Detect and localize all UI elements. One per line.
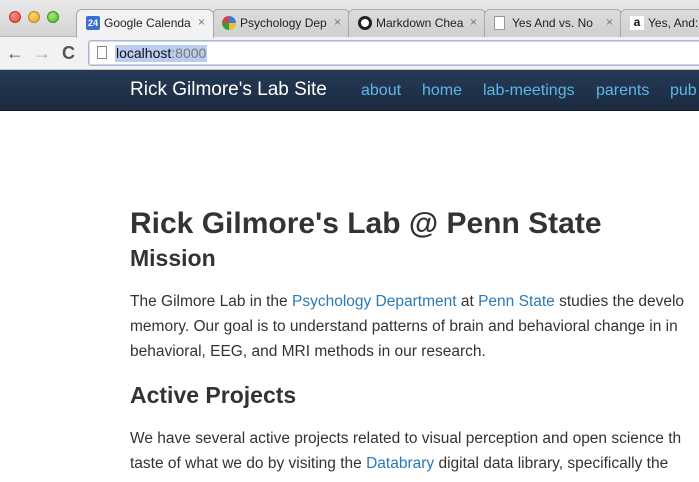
amazon-icon: a [630, 16, 644, 30]
window-minimize-button[interactable] [28, 11, 40, 23]
tab-close-icon[interactable]: × [198, 15, 205, 29]
text: digital data library, specifically the [434, 455, 669, 472]
browser-tab-google-calendar[interactable]: 24 Google Calenda × [76, 9, 214, 38]
tab-title: Markdown Chea [376, 16, 464, 30]
document-icon [494, 16, 505, 30]
active-projects-heading: Active Projects [130, 382, 297, 408]
nav-link-lab-meetings[interactable]: lab-meetings [483, 82, 575, 100]
text: studies the develo [554, 293, 685, 310]
tab-title: Yes And vs. No [512, 16, 593, 30]
tab-close-icon[interactable]: × [606, 15, 613, 29]
address-bar[interactable]: localhost:8000 [88, 40, 699, 66]
url-host: localhost [116, 45, 172, 61]
text: taste of what we do by visiting the [130, 455, 367, 472]
text: at [456, 293, 479, 310]
text: The Gilmore Lab in the [130, 293, 292, 310]
page-icon [97, 46, 107, 59]
calendar-icon: 24 [86, 16, 100, 30]
nav-link-about[interactable]: about [361, 82, 401, 100]
tab-close-icon[interactable]: × [470, 15, 477, 29]
mission-paragraph-line-2: memory. Our goal is to understand patter… [130, 318, 678, 335]
tab-title: Google Calenda [104, 16, 191, 30]
browser-toolbar: ← → C localhost:8000 [0, 37, 699, 70]
mission-paragraph-line-1: The Gilmore Lab in the Psychology Depart… [130, 289, 684, 314]
nav-link-publications[interactable]: pub [670, 82, 697, 100]
mission-paragraph-line-3: behavioral, EEG, and MRI methods in our … [130, 343, 486, 360]
projects-paragraph-line-1: We have several active projects related … [130, 430, 682, 447]
browser-tab-yes-and-vs-no[interactable]: Yes And vs. No × [484, 9, 622, 38]
databrary-link[interactable]: Databrary [366, 455, 434, 472]
url-port: :8000 [171, 45, 207, 61]
tab-title: Psychology Dep [240, 16, 327, 30]
browser-tab-markdown-cheatsheet[interactable]: Markdown Chea × [348, 9, 486, 38]
main-content: Rick Gilmore's Lab @ Penn State Mission … [130, 111, 699, 482]
forward-arrow-icon[interactable]: → [33, 42, 51, 64]
page-title: Rick Gilmore's Lab @ Penn State [130, 207, 602, 240]
reload-icon[interactable]: C [62, 42, 75, 64]
psychology-department-link[interactable]: Psychology Department [292, 293, 457, 310]
tab-close-icon[interactable]: × [334, 15, 341, 29]
github-icon [358, 16, 372, 30]
back-arrow-icon[interactable]: ← [6, 42, 24, 64]
browser-tab-yes-and-amazon[interactable]: a Yes, And: [620, 9, 699, 38]
window-maximize-button[interactable] [47, 11, 59, 23]
psu-icon [222, 16, 236, 30]
mission-heading: Mission [130, 245, 216, 271]
nav-link-home[interactable]: home [422, 82, 462, 100]
browser-tabstrip: 24 Google Calenda × Psychology Dep × Mar… [0, 0, 699, 38]
window-close-button[interactable] [9, 11, 21, 23]
address-url[interactable]: localhost:8000 [115, 45, 208, 62]
projects-paragraph-line-2: taste of what we do by visiting the Data… [130, 451, 668, 476]
nav-link-parents[interactable]: parents [596, 82, 649, 100]
browser-tab-psychology-dept[interactable]: Psychology Dep × [212, 9, 350, 38]
tab-title: Yes, And: [648, 16, 699, 30]
site-brand[interactable]: Rick Gilmore's Lab Site [130, 79, 327, 101]
site-navbar: Rick Gilmore's Lab Site about home lab-m… [0, 70, 699, 111]
penn-state-link[interactable]: Penn State [478, 293, 555, 310]
